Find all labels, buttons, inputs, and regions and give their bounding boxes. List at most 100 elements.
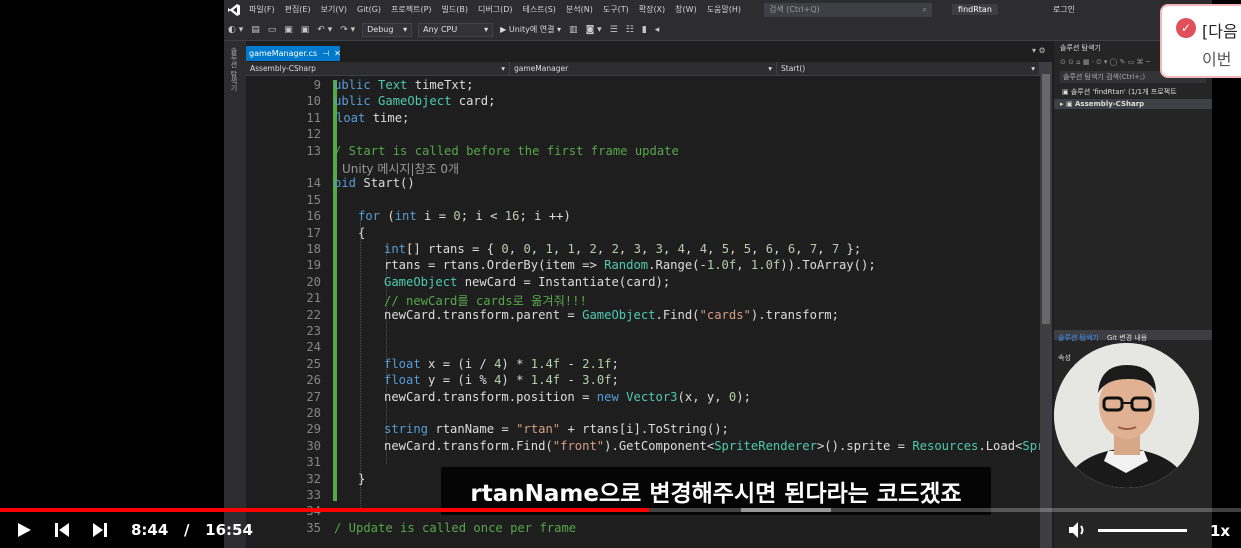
folder-icon[interactable]: ▥ <box>565 25 582 35</box>
left-tool-tab[interactable]: 솔루션 탐색기 <box>224 41 246 548</box>
menu-test[interactable]: 테스트(S) <box>518 4 561 15</box>
menu-debug[interactable]: 디버그(D) <box>473 4 517 15</box>
presenter-image <box>1054 343 1199 488</box>
camera-icon[interactable]: ◙ ▾ <box>582 25 606 35</box>
menu-project[interactable]: 프로젝트(P) <box>386 4 437 15</box>
comment-icon[interactable]: ☰ <box>606 25 622 35</box>
nav-member-select[interactable]: Start() ▾ <box>777 62 1040 75</box>
solution-title: findRtan <box>952 4 998 15</box>
solution-label: 솔루션 'findRtan' (1/1개 프로젝트 <box>1070 88 1177 96</box>
back-icon[interactable]: ◐ ▾ <box>224 25 247 35</box>
close-icon[interactable]: ✕ <box>334 49 341 58</box>
notification-line1: [다음 <box>1202 22 1238 41</box>
menu-view[interactable]: 보기(V) <box>316 4 352 15</box>
line-number: 25 <box>306 356 321 371</box>
properties-title: 속성 <box>1058 354 1071 362</box>
chevron-down-icon: ▾ <box>403 25 408 34</box>
code-line: // newCard를 cards로 옮겨줘!!! <box>384 294 587 309</box>
playback-speed-button[interactable]: 1x <box>1210 522 1230 540</box>
code-line: / Start is called before the first frame… <box>334 143 679 158</box>
attach-unity-button[interactable]: ▶ Unity에 연결 ▾ <box>496 24 565 35</box>
open-icon[interactable]: ▭ <box>264 25 281 35</box>
line-number: 26 <box>306 373 321 388</box>
check-icon: ✓ <box>1176 18 1196 38</box>
line-number: 19 <box>306 258 321 273</box>
line-number: 33 <box>306 488 321 502</box>
search-icon: ⌕ <box>922 4 928 14</box>
nav-project-select[interactable]: Assembly-CSharp ▾ <box>246 62 510 75</box>
search-input[interactable]: 검색 (Ctrl+Q) ⌕ <box>764 2 933 17</box>
chevron-down-icon: ▾ <box>501 64 505 73</box>
code-line: { <box>358 225 366 240</box>
current-time: 8:44 <box>131 521 169 539</box>
toolbar: ◐ ▾ ▤ ▭ ▣ ▣ ↶ ▾ ↷ ▾ Debug ▾ Any CPU ▾ ▶ Un… <box>224 19 1212 41</box>
menu-tools[interactable]: 도구(T) <box>598 4 634 15</box>
menu-analyze[interactable]: 분석(N) <box>561 4 598 15</box>
menu-extensions[interactable]: 확장(X) <box>634 4 670 15</box>
menu-file[interactable]: 파일(F) <box>244 4 280 15</box>
visual-studio-window: 파일(F) 편집(E) 보기(V) Git(G) 프로젝트(P) 빌드(B) 디… <box>224 0 1212 548</box>
code-line: GameObject newCard = Instantiate(card); <box>384 274 671 289</box>
line-number: 31 <box>306 455 321 470</box>
platform-select[interactable]: Any CPU ▾ <box>418 22 494 37</box>
line-number: 17 <box>306 225 321 240</box>
project-node[interactable]: ▸ ▣ Assembly-CSharp <box>1054 99 1212 109</box>
redo-icon[interactable]: ↷ ▾ <box>336 25 359 35</box>
undo-icon[interactable]: ↶ ▾ <box>313 25 336 35</box>
nav-member-value: Start() <box>781 64 806 73</box>
login-link[interactable]: 로그인 <box>1053 4 1075 15</box>
chevron-down-icon: ▾ <box>1031 64 1035 73</box>
code-line: ublic Text timeTxt; <box>334 78 474 92</box>
codelens-info[interactable]: Unity 메시지|참조 0개 <box>342 160 459 177</box>
code-line: string rtanName = "rtan" + rtans[i].ToSt… <box>384 422 729 437</box>
navigation-bar: Assembly-CSharp ▾ gameManager ▾ Start() ▾ <box>246 62 1052 76</box>
bookmark-icon[interactable]: ▮ <box>638 25 651 35</box>
tab-git-changes[interactable]: Git 변경 내용 <box>1107 333 1147 343</box>
scrollbar-thumb[interactable] <box>1042 74 1050 324</box>
line-number: 9 <box>313 78 321 92</box>
tab-solution-explorer[interactable]: 솔루션 탐색기 <box>1058 333 1099 343</box>
code-line: float x = (i / 4) * 1.4f - 2.1f; <box>384 356 619 371</box>
menu-git[interactable]: Git(G) <box>352 5 386 14</box>
bookmark-prev-icon[interactable]: ◂ <box>651 25 664 35</box>
code-line: rtans = rtans.OrderBy(item => Random.Ran… <box>384 258 876 273</box>
time-separator: / <box>183 521 190 539</box>
left-tab-label: 솔루션 탐색기 <box>230 47 238 92</box>
menu-build[interactable]: 빌드(B) <box>437 4 473 15</box>
indent-guide <box>360 220 361 508</box>
tab-overflow-icon[interactable]: ▾ ⚙ <box>1032 46 1046 55</box>
line-number: 21 <box>306 291 321 306</box>
config-select[interactable]: Debug ▾ <box>362 22 413 37</box>
code-line: ublic GameObject card; <box>334 94 496 109</box>
nav-class-value: gameManager <box>514 64 569 73</box>
code-line: int[] rtans = { 0, 0, 1, 1, 2, 2, 3, 3, … <box>384 242 862 256</box>
solution-node[interactable]: ▣ 솔루션 'findRtan' (1/1개 프로젝트 <box>1054 85 1212 99</box>
save-icon[interactable]: ▣ <box>280 25 297 35</box>
play-icon[interactable] <box>16 522 32 542</box>
vertical-scrollbar[interactable] <box>1040 62 1052 548</box>
chevron-down-icon: ▾ <box>484 25 489 34</box>
notification-card[interactable]: ✓ [다음 이번 <box>1160 4 1241 78</box>
tab-gamemanager[interactable]: gameManager.cs ⊣ ✕ <box>246 46 341 61</box>
duration: 16:54 <box>205 521 253 539</box>
nav-project-value: Assembly-CSharp <box>250 64 316 73</box>
menu-window[interactable]: 창(W) <box>670 4 702 15</box>
visual-studio-logo-icon <box>224 0 244 19</box>
code-line: newCard.transform.Find("front").GetCompo… <box>384 438 1040 453</box>
time-display: 8:44 / 16:54 <box>131 521 253 539</box>
save-all-icon[interactable]: ▣ <box>297 25 314 35</box>
uncomment-icon[interactable]: ☷ <box>622 25 638 35</box>
line-number: 28 <box>306 406 321 420</box>
line-number: 12 <box>306 127 321 142</box>
code-line: newCard.transform.parent = GameObject.Fi… <box>384 307 839 322</box>
new-project-icon[interactable]: ▤ <box>247 25 264 35</box>
volume-slider[interactable] <box>1098 529 1187 532</box>
menu-edit[interactable]: 편집(E) <box>280 4 316 15</box>
code-line: loat time; <box>336 110 410 125</box>
next-icon[interactable] <box>92 522 108 542</box>
volume-icon[interactable] <box>1068 521 1088 543</box>
nav-class-select[interactable]: gameManager ▾ <box>510 62 777 75</box>
pin-icon[interactable]: ⊣ <box>322 49 329 58</box>
previous-icon[interactable] <box>54 522 70 542</box>
menu-help[interactable]: 도움말(H) <box>702 4 746 15</box>
